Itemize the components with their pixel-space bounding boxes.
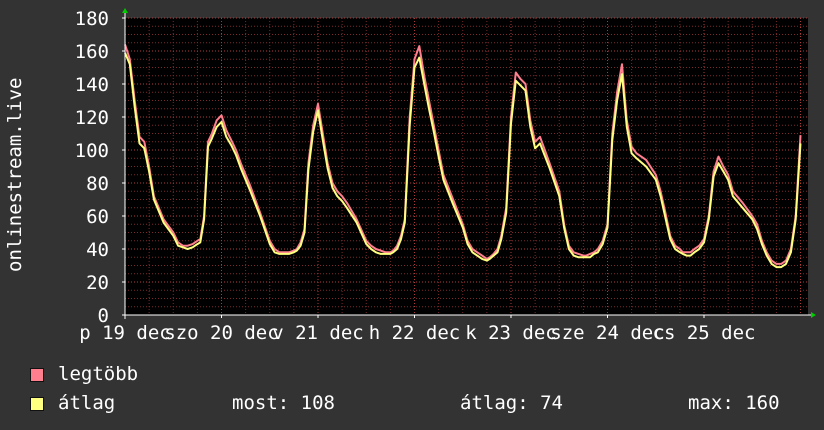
y-tick-label: 20 [86,272,109,294]
x-tick-label: h 22 dec [369,322,461,344]
legend-label-max: legtöbb [58,363,139,385]
legend-label-avg: átlag [58,392,116,414]
stat-max: max: 160 [688,392,780,414]
x-tick-label: sze 24 dec [550,322,664,344]
legend-swatch-avg [30,397,44,411]
x-tick-label: k 23 dec [465,322,557,344]
y-axis-arrow [122,8,128,13]
x-axis-arrow [811,312,816,318]
y-tick-label: 140 [75,74,109,96]
y-tick-label: 40 [86,239,109,261]
y-tick-label: 120 [75,107,109,129]
y-tick-label: 100 [75,140,109,162]
legend-swatch-max [30,368,44,382]
stat-now: most: 108 [232,392,335,414]
y-axis-label: onlinestream.live [4,77,26,272]
stat-average: átlag: 74 [460,392,563,414]
y-tick-label: 60 [86,206,109,228]
x-tick-label: p 19 dec [79,322,171,344]
y-tick-label: 160 [75,41,109,63]
x-tick-label: szo 20 dec [164,322,278,344]
x-tick-label: v 21 dec [272,322,364,344]
y-tick-label: 80 [86,173,109,195]
x-tick-label: cs 25 dec [653,322,756,344]
y-tick-label: 180 [75,8,109,30]
